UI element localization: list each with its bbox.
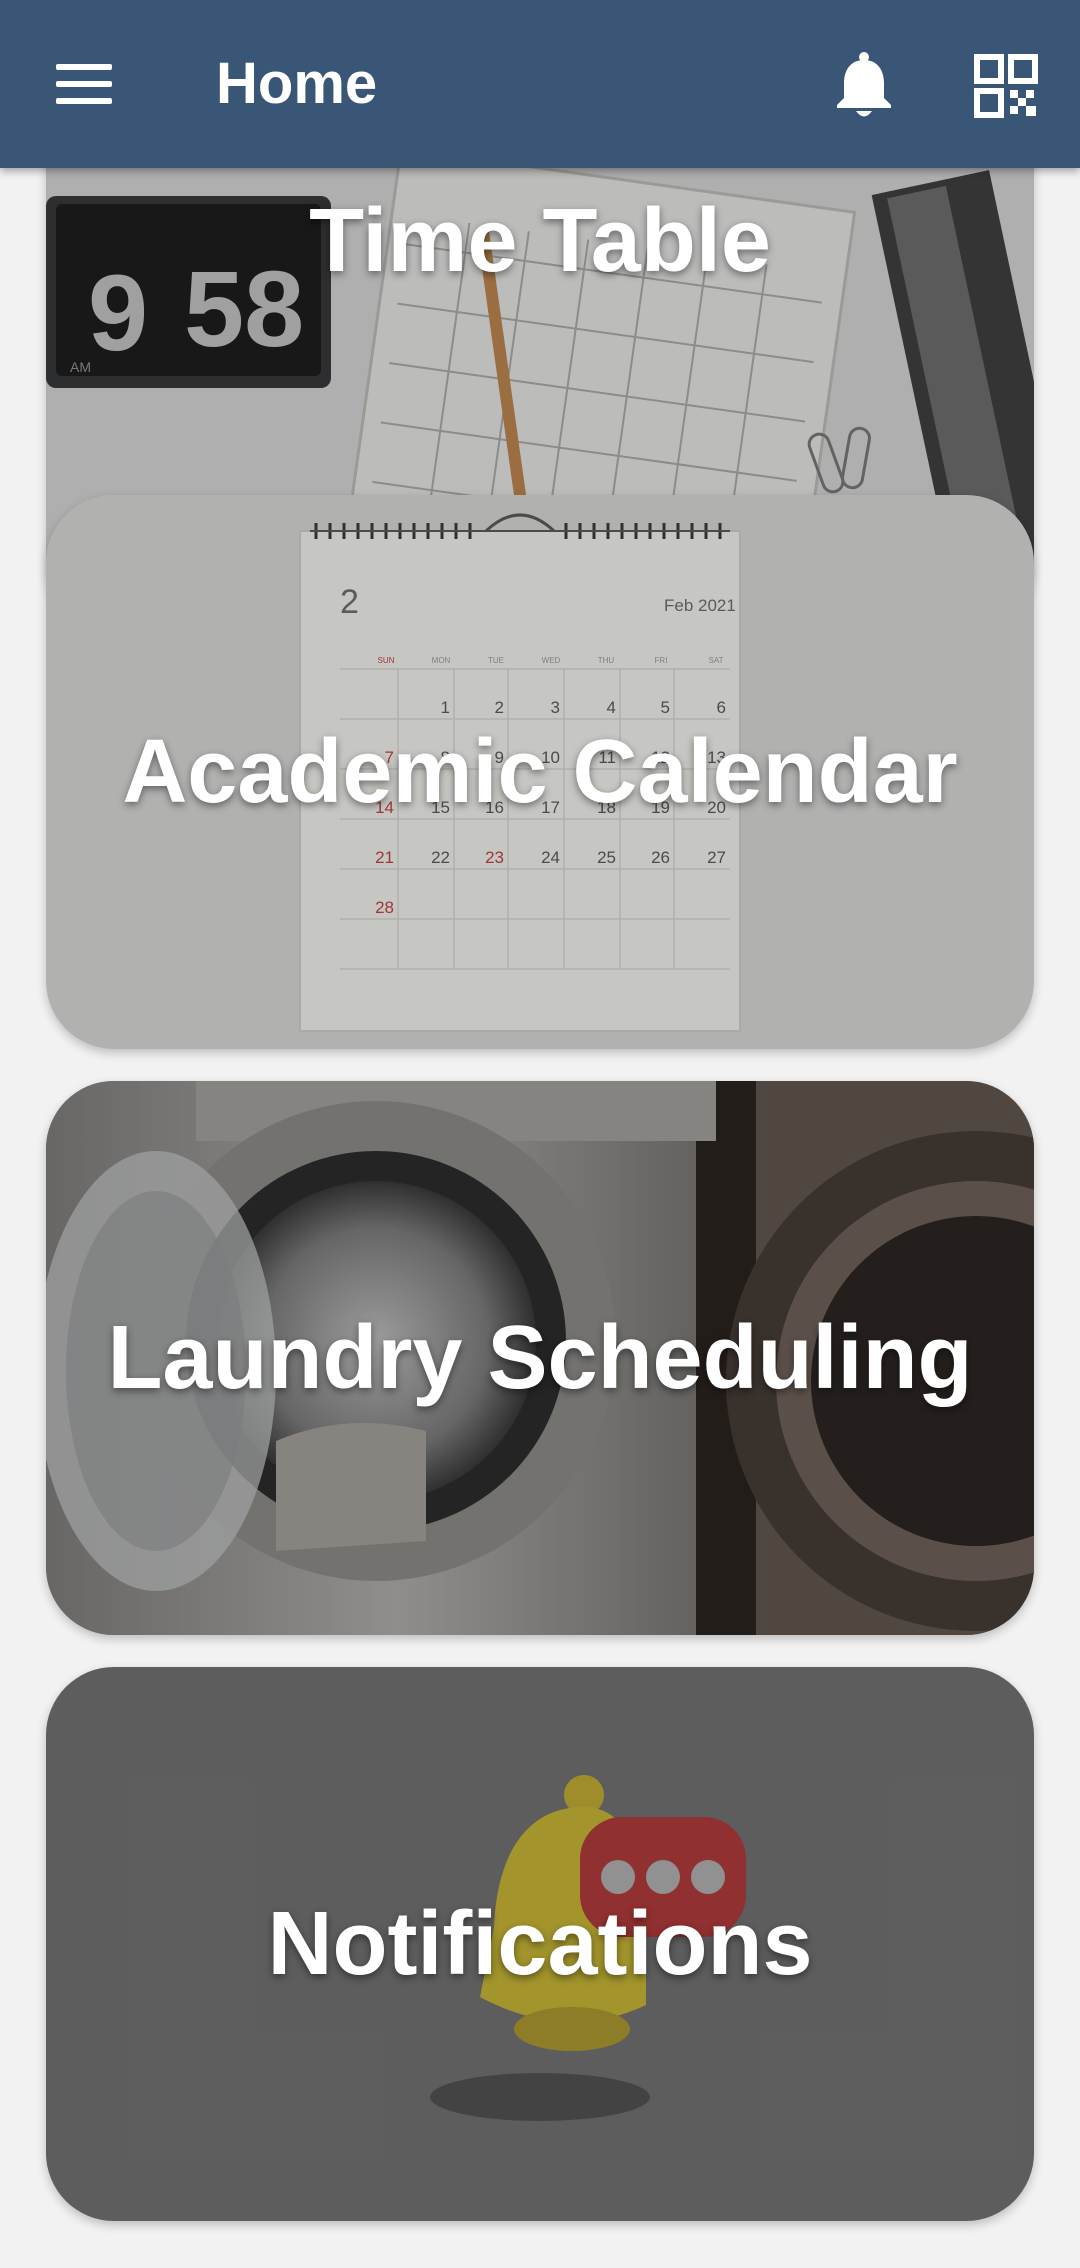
bell-icon <box>837 52 891 117</box>
hamburger-menu-icon-line <box>56 81 112 87</box>
card-title: Academic Calendar <box>122 722 958 822</box>
notifications-button[interactable] <box>828 50 900 122</box>
app-bar: Home <box>0 0 1080 168</box>
hamburger-menu-icon-line <box>56 98 112 104</box>
hamburger-menu-icon <box>56 64 112 70</box>
page-title: Home <box>216 51 378 116</box>
card-title: Notifications <box>267 1894 813 1994</box>
academic-calendar-card[interactable]: 2 Feb 2021 SUN MON TUE WED THU FRI SAT 1… <box>46 495 1034 1049</box>
qr-scanner-button[interactable] <box>974 54 1038 118</box>
menu-button[interactable] <box>46 50 122 118</box>
card-title: Time Table <box>309 191 771 291</box>
qr-code-icon <box>974 54 1038 118</box>
card-title: Laundry Scheduling <box>107 1308 973 1408</box>
notifications-card[interactable]: Notifications <box>46 1667 1034 2221</box>
laundry-scheduling-card[interactable]: Laundry Scheduling <box>46 1081 1034 1635</box>
card-list[interactable]: 9 58 AM Time Table 2 Feb 2021 SUN MON TU… <box>0 168 1080 2268</box>
